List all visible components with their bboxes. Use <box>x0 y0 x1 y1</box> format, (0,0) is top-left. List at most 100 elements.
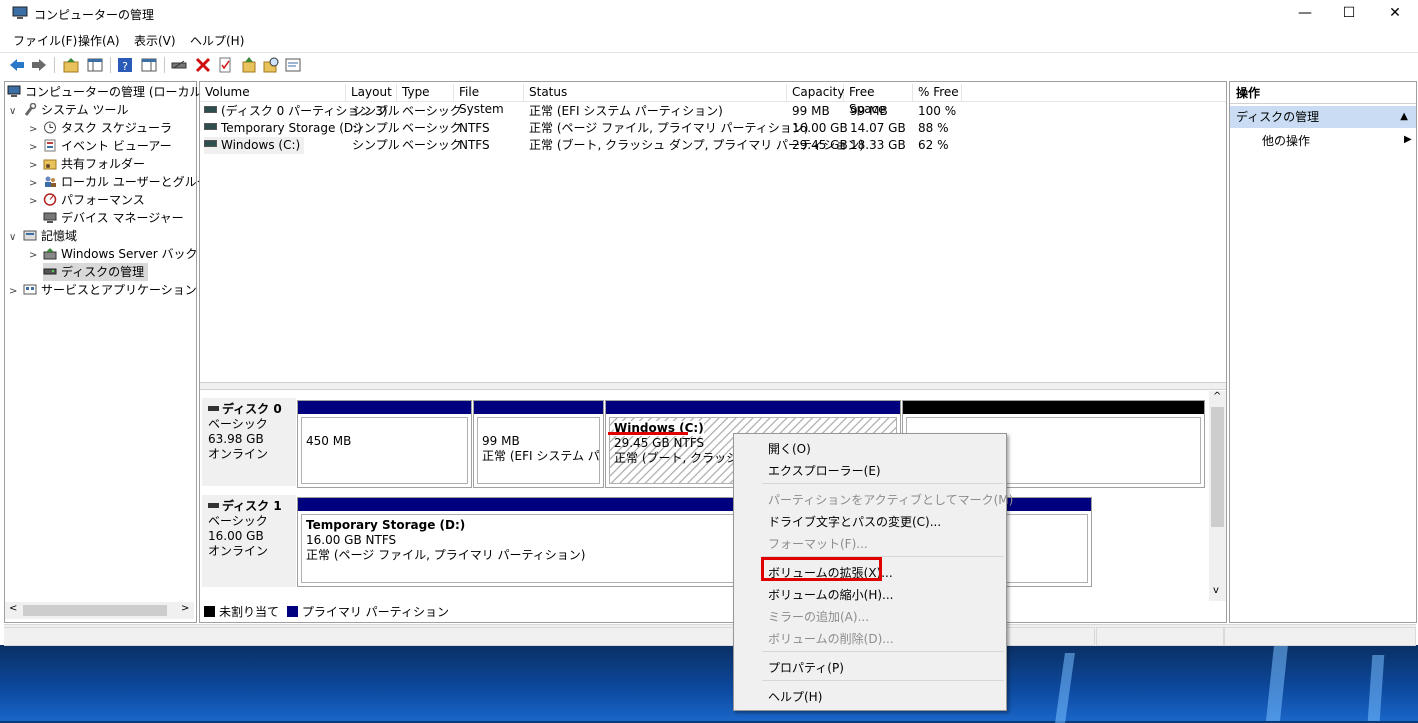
column-header-free-space[interactable]: Free Space <box>844 84 913 116</box>
tree-item-local-users-groups[interactable]: > ローカル ユーザーとグループ <box>29 173 220 191</box>
menu-action[interactable]: 操作(A) <box>78 32 120 49</box>
scrollbar-thumb[interactable] <box>23 605 167 616</box>
chevron-down-icon[interactable]: ∨ <box>9 229 23 247</box>
up-folder-icon[interactable] <box>62 56 80 74</box>
volume-row[interactable]: Temporary Storage (D:) シンプル ベーシック NTFS 正… <box>200 120 980 137</box>
menu-item-format[interactable]: フォーマット(F)... <box>768 535 868 552</box>
disk-view-vertical-scrollbar[interactable]: ^ v <box>1209 391 1226 601</box>
tree-horizontal-scrollbar[interactable]: < > <box>5 602 194 619</box>
title-bar: コンピューターの管理 — ☐ ✕ <box>0 0 1418 28</box>
column-header-type[interactable]: Type <box>397 84 454 101</box>
volume-free-space: 18.33 GB <box>850 138 906 152</box>
column-header-status[interactable]: Status <box>524 84 787 101</box>
legend-swatch <box>286 606 298 617</box>
help-icon[interactable]: ? <box>116 56 134 74</box>
volume-layout: シンプル <box>352 104 400 118</box>
chevron-down-icon[interactable]: ∨ <box>9 103 23 121</box>
volume-row[interactable]: (ディスク 0 パーティション 3) シンプル ベーシック 正常 (EFI シス… <box>200 103 980 120</box>
menu-item-shrink-volume[interactable]: ボリュームの縮小(H)... <box>768 586 893 603</box>
tree-item-performance[interactable]: > パフォーマンス <box>29 191 145 209</box>
maximize-button[interactable]: ☐ <box>1326 0 1372 28</box>
toolbar: ? <box>0 52 1418 77</box>
partition-details: 99 MB 正常 (EFI システム パーテ <box>477 417 600 484</box>
tree-item-system-tools[interactable]: ∨ システム ツール <box>9 101 128 119</box>
tree-item-computer-management[interactable]: コンピューターの管理 (ローカル) <box>7 83 206 101</box>
desktop-background <box>0 645 1418 723</box>
close-button[interactable]: ✕ <box>1372 0 1418 28</box>
tree-item-device-manager[interactable]: デバイス マネージャー <box>29 209 184 227</box>
scroll-left-icon[interactable]: < <box>9 603 17 614</box>
storage-icon <box>23 229 37 242</box>
tree-item-windows-server-backup[interactable]: > Windows Server バックア <box>29 245 210 263</box>
actions-header: 操作 <box>1230 82 1416 104</box>
highlight-underline <box>608 432 688 435</box>
properties-icon[interactable] <box>216 56 234 74</box>
status-segment <box>1224 627 1416 646</box>
collapse-up-icon[interactable]: ▲ <box>1400 106 1408 128</box>
chevron-right-icon[interactable]: > <box>29 247 43 265</box>
partition-details: 450 MB <box>301 417 468 484</box>
disk-label[interactable]: ディスク 0 ベーシック 63.98 GB オンライン <box>202 398 296 486</box>
scroll-right-icon[interactable]: > <box>181 603 189 614</box>
disk-size: 63.98 GB <box>208 432 264 446</box>
pane-splitter[interactable] <box>200 382 1226 390</box>
actions-section-label: ディスクの管理 <box>1236 110 1320 124</box>
menu-item-delete-volume[interactable]: ボリュームの削除(D)... <box>768 630 894 647</box>
menu-item-add-mirror[interactable]: ミラーの追加(A)... <box>768 608 869 625</box>
partition-efi[interactable]: 99 MB 正常 (EFI システム パーテ <box>473 400 604 488</box>
volume-file-system: NTFS <box>459 121 490 135</box>
disk-icon <box>43 265 57 278</box>
forward-icon[interactable] <box>30 56 48 74</box>
column-header-file-system[interactable]: File System <box>454 84 524 116</box>
disk-label[interactable]: ディスク 1 ベーシック 16.00 GB オンライン <box>202 495 296 587</box>
menu-item-properties[interactable]: プロパティ(P) <box>768 659 844 676</box>
tree-item-label: 共有フォルダー <box>61 157 146 171</box>
volume-file-system: NTFS <box>459 138 490 152</box>
search-folder-icon[interactable] <box>262 56 280 74</box>
show-action-pane-icon[interactable] <box>140 56 158 74</box>
minimize-button[interactable]: — <box>1282 0 1328 28</box>
desktop-light-streak <box>1055 653 1075 723</box>
menu-view[interactable]: 表示(V) <box>134 32 176 49</box>
toolbar-separator <box>110 57 111 73</box>
tree-item-task-scheduler[interactable]: > タスク スケジューラ <box>29 119 172 137</box>
column-header-volume[interactable]: Volume <box>200 84 346 101</box>
legend-swatch <box>204 606 215 617</box>
volume-type: ベーシック <box>402 121 462 135</box>
chevron-right-icon[interactable]: > <box>9 283 23 301</box>
menu-item-change-drive-letter[interactable]: ドライブ文字とパスの変更(C)... <box>768 513 941 530</box>
scroll-down-icon[interactable]: v <box>1213 585 1219 596</box>
console-icon[interactable] <box>284 56 302 74</box>
tree-item-shared-folders[interactable]: > 共有フォルダー <box>29 155 145 173</box>
tree-item-services-applications[interactable]: > サービスとアプリケーション <box>9 281 197 299</box>
legend: 未割り当て プライマリ パーティション <box>200 602 1226 622</box>
tree-item-disk-management[interactable]: ディスクの管理 <box>43 263 149 281</box>
show-hide-tree-icon[interactable] <box>86 56 104 74</box>
menu-item-help[interactable]: ヘルプ(H) <box>768 688 822 705</box>
scroll-up-icon[interactable]: ^ <box>1213 391 1221 402</box>
connect-drive-icon[interactable] <box>170 56 188 74</box>
volume-row[interactable]: Windows (C:) シンプル ベーシック NTFS 正常 (ブート, クラ… <box>200 137 980 154</box>
menu-item-mark-active[interactable]: パーティションをアクティブとしてマーク(M) <box>768 491 1013 508</box>
delete-icon[interactable] <box>194 56 212 74</box>
volume-layout: シンプル <box>352 121 400 135</box>
column-header-capacity[interactable]: Capacity <box>787 84 844 101</box>
legend-label: プライマリ パーティション <box>301 605 449 619</box>
menu-item-open[interactable]: 開く(O) <box>768 440 811 457</box>
partition-recovery[interactable]: 450 MB <box>297 400 472 488</box>
actions-section-disk-management[interactable]: ディスクの管理 ▲ <box>1230 106 1416 128</box>
action-more-actions[interactable]: 他の操作 <box>1262 132 1310 149</box>
menu-separator <box>762 483 1004 484</box>
column-header-percent-free[interactable]: % Free <box>913 84 962 101</box>
partition-size: 450 MB <box>306 434 352 448</box>
menu-help[interactable]: ヘルプ(H) <box>190 32 244 49</box>
menu-item-explorer[interactable]: エクスプローラー(E) <box>768 462 881 479</box>
rescan-icon[interactable] <box>240 56 258 74</box>
column-header-layout[interactable]: Layout <box>346 84 397 101</box>
back-icon[interactable] <box>8 56 26 74</box>
tree-item-storage[interactable]: ∨ 記憶域 <box>9 227 77 245</box>
volume-name-text: Windows (C:) <box>221 138 301 152</box>
scrollbar-thumb[interactable] <box>1211 407 1224 527</box>
menu-file[interactable]: ファイル(F) <box>13 32 77 49</box>
tree-item-event-viewer[interactable]: > イベント ビューアー <box>29 137 172 155</box>
